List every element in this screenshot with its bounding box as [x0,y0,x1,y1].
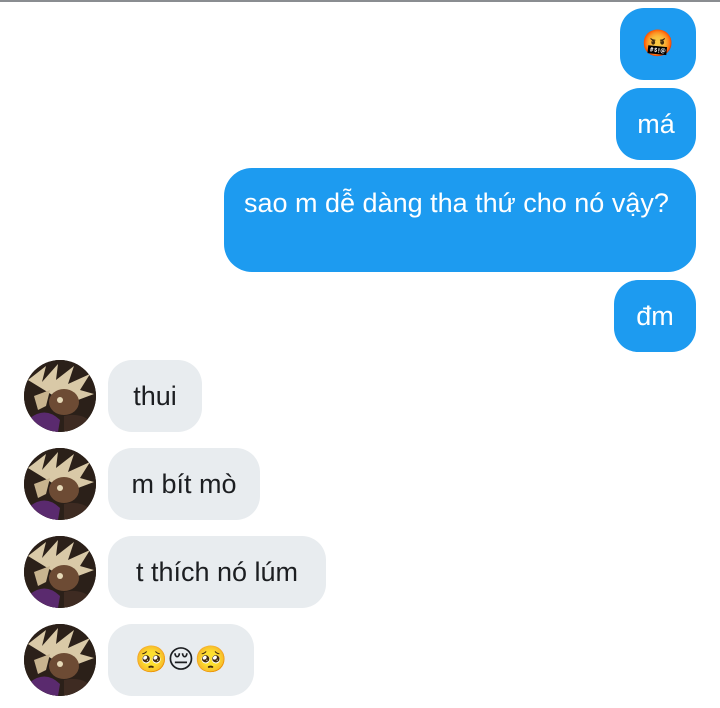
top-divider [0,0,720,2]
received-message-3[interactable]: t thích nó lúm [108,536,326,608]
contact-avatar-icon[interactable] [24,360,96,432]
contact-avatar-icon[interactable] [24,448,96,520]
sent-message-text: sao m dễ dàng tha thứ cho nó vậy? [244,188,669,218]
received-message-text: 🥺😔🥺 [135,645,227,675]
sent-message-4[interactable]: đm [614,280,696,352]
received-message-text: m bít mò [131,469,237,499]
sent-message-2[interactable]: má [616,88,696,160]
received-message-text: t thích nó lúm [135,557,299,587]
received-message-1[interactable]: thui [108,360,202,432]
sent-message-3[interactable]: sao m dễ dàng tha thứ cho nó vậy? [224,168,696,272]
received-message-text: thui [133,381,177,411]
sent-message-text: đm [636,301,674,331]
received-message-2[interactable]: m bít mò [108,448,260,520]
contact-avatar-icon[interactable] [24,624,96,696]
received-message-4[interactable]: 🥺😔🥺 [108,624,254,696]
sent-message-text: 🤬 [641,29,675,59]
sent-message-1[interactable]: 🤬 [620,8,696,80]
contact-avatar-icon[interactable] [24,536,96,608]
sent-message-text: má [637,109,675,139]
